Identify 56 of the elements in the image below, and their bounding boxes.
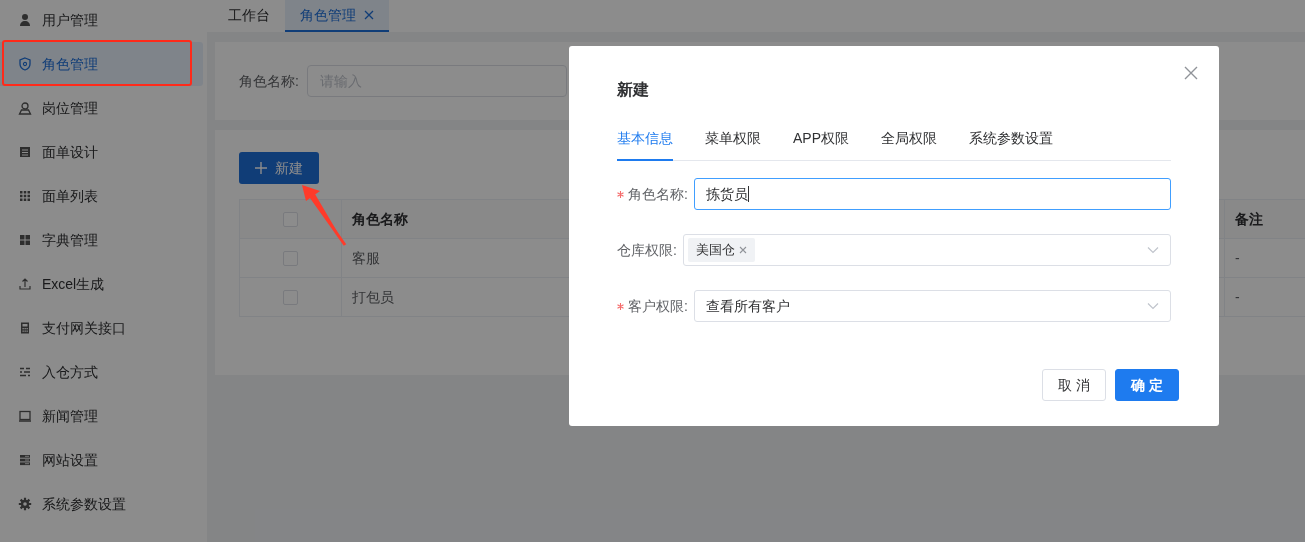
select-field[interactable]: 查看所有客户	[693, 290, 1171, 322]
sidebar-item[interactable]: Excel生成	[0, 262, 203, 306]
page-tab[interactable]: 工作台	[213, 0, 285, 32]
dialog-tab[interactable]: 菜单权限	[705, 128, 761, 161]
menu-icon	[18, 453, 32, 467]
column-header: 备注	[1235, 209, 1263, 229]
close-icon[interactable]	[1184, 66, 1198, 80]
menu-icon	[18, 145, 32, 159]
chevron-down-icon	[1147, 302, 1159, 310]
sidebar-item[interactable]: 系统参数设置	[0, 482, 203, 526]
dialog-tab[interactable]: 系统参数设置	[969, 128, 1053, 161]
plus-icon	[255, 162, 267, 174]
sidebar-item[interactable]: 岗位管理	[0, 86, 203, 130]
text-field[interactable]: 拣货员	[693, 178, 1171, 210]
menu-icon	[18, 409, 32, 423]
multi-select-field[interactable]: 美国仓	[682, 234, 1171, 266]
table-cell-text: -	[1235, 248, 1240, 268]
sidebar-item[interactable]: 字典管理	[0, 218, 203, 262]
tag: 美国仓	[687, 238, 755, 262]
menu-icon	[18, 189, 32, 203]
dialog-tab[interactable]: APP权限	[793, 128, 849, 161]
table-cell-text: -	[1235, 287, 1240, 307]
table-cell-text: 客服	[352, 248, 380, 268]
dialog-title: 新建	[617, 80, 649, 100]
sidebar-item[interactable]: 入仓方式	[0, 350, 203, 394]
sidebar-item[interactable]: 面单设计	[0, 130, 203, 174]
menu-icon	[18, 13, 32, 27]
sidebar-item[interactable]: 新闻管理	[0, 394, 203, 438]
new-button[interactable]: 新建	[239, 152, 319, 184]
sidebar-item[interactable]: 支付网关接口	[0, 306, 203, 350]
table-cell-text: 打包员	[352, 287, 394, 307]
sidebar-item[interactable]: 角色管理	[0, 42, 203, 86]
sidebar-item[interactable]: 面单列表	[0, 174, 203, 218]
menu-icon	[18, 497, 32, 511]
search-label: 角色名称:	[239, 71, 299, 91]
sidebar-item[interactable]: 用户管理	[0, 0, 203, 42]
menu-icon	[18, 57, 32, 71]
field-label: 客户权限:	[628, 296, 688, 316]
confirm-button[interactable]: 确 定	[1115, 369, 1179, 401]
dialog-tab[interactable]: 全局权限	[881, 128, 937, 161]
text-cursor	[747, 186, 749, 202]
close-icon[interactable]	[364, 10, 374, 20]
menu-icon	[18, 277, 32, 291]
dialog-tab[interactable]: 基本信息	[617, 128, 673, 161]
sidebar-item[interactable]: 网站设置	[0, 438, 203, 482]
column-header: 角色名称	[352, 209, 408, 229]
menu-icon	[18, 365, 32, 379]
menu-icon	[18, 101, 32, 115]
cancel-button[interactable]: 取 消	[1042, 369, 1106, 401]
page-tab[interactable]: 角色管理	[285, 0, 389, 32]
menu-icon	[18, 233, 32, 247]
field-label: 角色名称:	[628, 184, 688, 204]
chevron-down-icon	[1147, 246, 1159, 254]
field-label: 仓库权限:	[617, 240, 677, 260]
menu-icon	[18, 321, 32, 335]
remove-icon[interactable]	[738, 246, 747, 254]
